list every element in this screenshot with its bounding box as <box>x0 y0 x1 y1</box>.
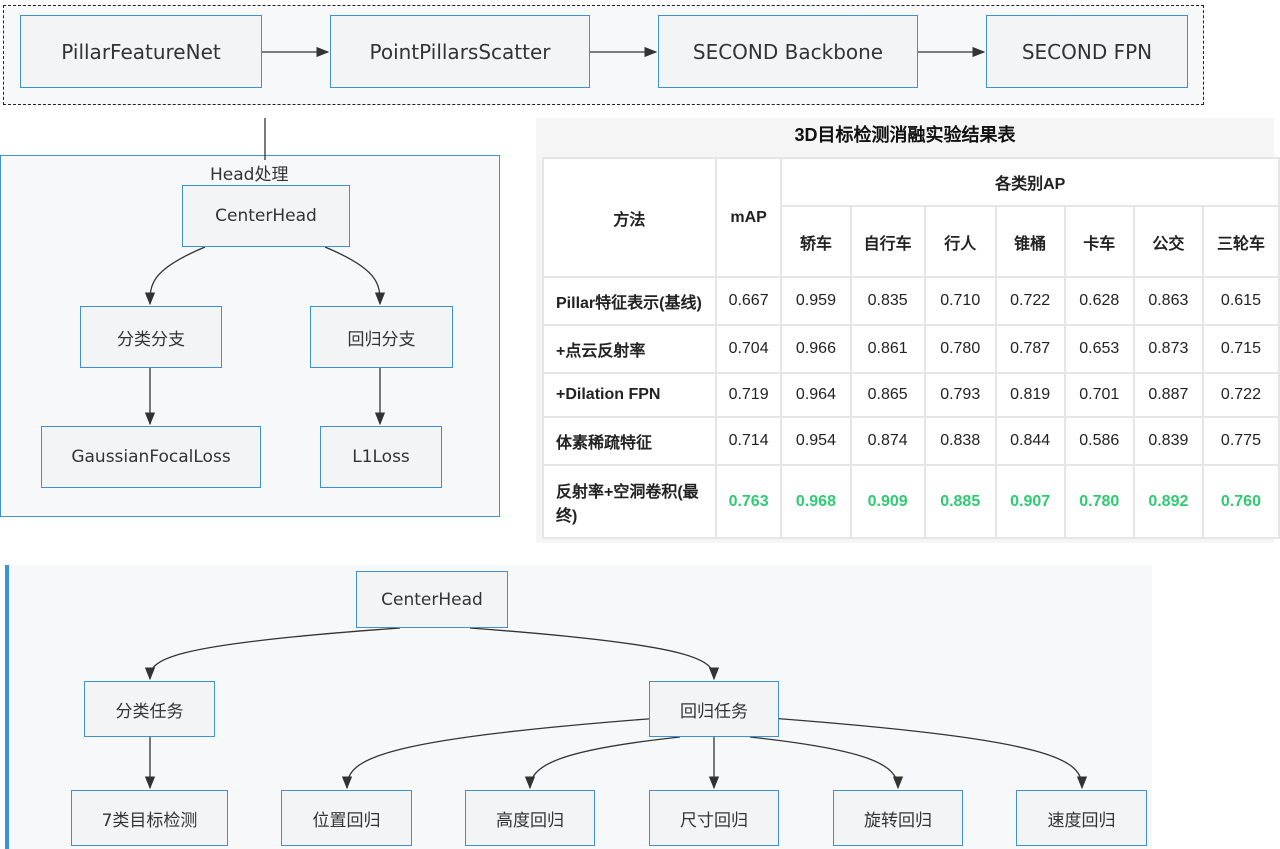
header-map: mAP <box>714 157 783 278</box>
value-cell: 0.780 <box>1063 464 1135 539</box>
value-cell: 0.701 <box>1063 372 1135 418</box>
header-class: 卡车 <box>1063 205 1135 278</box>
value-cell: 0.628 <box>1063 276 1135 326</box>
value-cell: 0.793 <box>923 372 997 418</box>
node-centerhead: CenterHead <box>182 185 350 247</box>
method-cell: 反射率+空洞卷积(最终) <box>542 464 717 539</box>
value-cell: 0.704 <box>714 324 783 374</box>
node-height-reg: 高度回归 <box>465 790 595 846</box>
value-cell: 0.863 <box>1132 276 1204 326</box>
node-second-fpn: SECOND FPN <box>986 15 1188 88</box>
value-cell: 0.966 <box>780 324 852 374</box>
node-l1loss: L1Loss <box>320 426 442 488</box>
value-cell: 0.780 <box>923 324 997 374</box>
value-cell: 0.964 <box>780 372 852 418</box>
value-cell: 0.959 <box>780 276 852 326</box>
value-cell: 0.714 <box>714 416 783 466</box>
value-cell: 0.715 <box>1201 324 1280 374</box>
header-method: 方法 <box>542 157 717 278</box>
value-cell: 0.968 <box>780 464 852 539</box>
node-gaussian-focal-loss: GaussianFocalLoss <box>41 426 261 488</box>
node-size-reg: 尺寸回归 <box>649 790 779 846</box>
edge <box>144 246 206 306</box>
value-cell: 0.775 <box>1201 416 1280 466</box>
header-class: 轿车 <box>780 205 852 278</box>
method-cell: Pillar特征表示(基线) <box>542 276 717 326</box>
node-cls-task: 分类任务 <box>84 681 215 737</box>
value-cell: 0.719 <box>714 372 783 418</box>
node-rotation-reg: 旋转回归 <box>833 790 963 846</box>
header-class-ap: 各类别AP <box>780 157 1280 207</box>
value-cell: 0.874 <box>849 416 926 466</box>
node-pillarfeaturenet: PillarFeatureNet <box>20 15 262 88</box>
head-group-label: Head处理 <box>210 165 289 185</box>
value-cell: 0.586 <box>1063 416 1135 466</box>
node-cls-branch: 分类分支 <box>80 306 222 368</box>
edge <box>144 627 401 681</box>
header-class: 公交 <box>1132 205 1204 278</box>
node-pointpillarsscatter: PointPillarsScatter <box>330 15 590 88</box>
value-cell: 0.907 <box>994 464 1066 539</box>
node-second-backbone: SECOND Backbone <box>658 15 918 88</box>
value-cell: 0.667 <box>714 276 783 326</box>
method-cell: +Dilation FPN <box>542 372 717 418</box>
value-cell: 0.760 <box>1201 464 1280 539</box>
node-velocity-reg: 速度回归 <box>1016 790 1147 846</box>
table-row: Pillar特征表示(基线) 0.667 0.959 0.835 0.710 0.722 0… <box>542 276 1280 326</box>
value-cell: 0.722 <box>1201 372 1280 418</box>
ablation-table: 方法 mAP 各类别AP 轿车 自行车 行人 锥桶 卡车 公交 三轮车 Pillar特征表示… <box>542 157 1280 539</box>
value-cell: 0.954 <box>780 416 852 466</box>
table-row: +Dilation FPN 0.719 0.964 0.865 0.793 0.819 0.… <box>542 372 1280 418</box>
value-cell: 0.873 <box>1132 324 1204 374</box>
table-title: 3D目标检测消融实验结果表 <box>794 125 1016 145</box>
value-cell: 0.909 <box>849 464 926 539</box>
table-row: +点云反射率 0.704 0.966 0.861 0.780 0.787 0.653 0.87… <box>542 324 1280 374</box>
value-cell: 0.835 <box>849 276 926 326</box>
method-cell: 体素稀疏特征 <box>542 416 717 466</box>
value-cell: 0.838 <box>923 416 997 466</box>
edge <box>341 717 661 790</box>
node-reg-task: 回归任务 <box>649 681 779 737</box>
header-class: 锥桶 <box>994 205 1066 278</box>
value-cell: 0.722 <box>994 276 1066 326</box>
edge <box>324 246 386 306</box>
value-cell: 0.710 <box>923 276 997 326</box>
header-class: 行人 <box>923 205 997 278</box>
value-cell: 0.763 <box>714 464 783 539</box>
edge <box>749 736 904 790</box>
edge <box>769 717 1088 790</box>
value-cell: 0.844 <box>994 416 1066 466</box>
value-cell: 0.892 <box>1132 464 1204 539</box>
value-cell: 0.887 <box>1132 372 1204 418</box>
value-cell: 0.861 <box>849 324 926 374</box>
value-cell: 0.839 <box>1132 416 1204 466</box>
value-cell: 0.885 <box>923 464 997 539</box>
table-row: 体素稀疏特征 0.714 0.954 0.874 0.838 0.844 0.586 0.83… <box>542 416 1280 466</box>
node-reg-branch: 回归分支 <box>310 306 453 368</box>
node-task-centerhead: CenterHead <box>356 571 508 628</box>
edge <box>524 736 681 790</box>
table-row: 反射率+空洞卷积(最终) 0.763 0.968 0.909 0.885 0.907 0.7… <box>542 464 1280 539</box>
header-class: 自行车 <box>849 205 926 278</box>
node-7-class-detection: 7类目标检测 <box>71 790 228 846</box>
value-cell: 0.787 <box>994 324 1066 374</box>
node-position-reg: 位置回归 <box>281 790 412 846</box>
method-cell: +点云反射率 <box>542 324 717 374</box>
value-cell: 0.865 <box>849 372 926 418</box>
edge <box>469 627 720 681</box>
value-cell: 0.653 <box>1063 324 1135 374</box>
header-class: 三轮车 <box>1201 205 1280 278</box>
value-cell: 0.819 <box>994 372 1066 418</box>
value-cell: 0.615 <box>1201 276 1280 326</box>
